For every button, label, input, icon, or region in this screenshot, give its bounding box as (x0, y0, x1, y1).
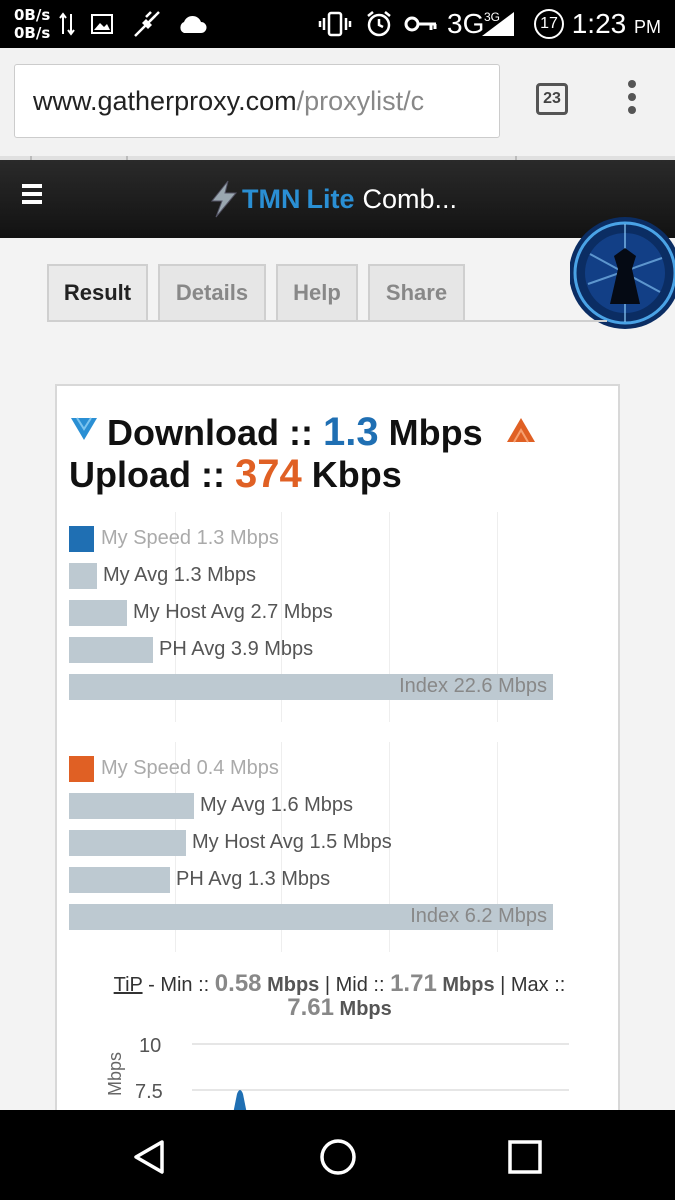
tip-min-unit: Mbps (267, 974, 320, 996)
tab-details[interactable]: Details (158, 264, 266, 322)
data-arrows-icon (58, 10, 76, 38)
upload-result: Upload :: 374 Kbps (69, 452, 402, 497)
upload-bar-label: My Avg 1.6 Mbps (200, 794, 354, 816)
tip-max-line: 7.61 Mbps (57, 994, 622, 1022)
download-bar (69, 600, 127, 626)
download-bar (69, 637, 153, 663)
upload-bar (69, 867, 170, 893)
download-bar-label: My Speed 1.3 Mbps (101, 527, 279, 549)
download-bar-label: My Host Avg 2.7 Mbps (133, 601, 333, 623)
vibrate-icon (318, 10, 352, 38)
key-icon (404, 10, 438, 38)
upload-bar-label: My Speed 0.4 Mbps (101, 757, 279, 779)
badge-count: 17 (540, 15, 558, 32)
tip-mid-unit: Mbps (442, 974, 495, 996)
tab-result[interactable]: Result (47, 264, 148, 322)
home-icon[interactable] (318, 1137, 358, 1177)
tip-mid-label: | Mid :: (324, 974, 385, 996)
speed-history-chart: Mbps 10 7.5 (97, 1024, 597, 1110)
download-unit: Mbps (388, 412, 483, 453)
tip-max-unit: Mbps (339, 998, 392, 1020)
download-result: Download :: 1.3 Mbps (107, 410, 483, 455)
back-icon[interactable] (130, 1138, 168, 1176)
upload-bar-label: My Host Avg 1.5 Mbps (192, 831, 392, 853)
net-up-rate: 0B/s (14, 6, 51, 24)
tip-min-value: 0.58 (214, 970, 262, 997)
tip-max-value: 7.61 (287, 994, 334, 1021)
download-bar-label: PH Avg 3.9 Mbps (159, 638, 314, 660)
address-bar[interactable]: www.gatherproxy.com/proxylist/c (14, 64, 500, 138)
network-type: 3G (447, 8, 485, 39)
tip-mid-value: 1.71 (390, 970, 437, 997)
plug-off-icon (132, 10, 162, 38)
clock-time: 1:23 (571, 8, 627, 39)
download-label: Download :: (107, 412, 313, 453)
y-tick-7-5: 7.5 (135, 1081, 163, 1103)
download-arrow-icon (71, 417, 97, 440)
upload-my-speed-bar (69, 756, 94, 782)
site-brand[interactable]: TMN Lite Comb... (206, 174, 457, 224)
image-icon (90, 10, 114, 38)
brand-lite: Lite (306, 183, 355, 214)
upload-bar-label: Index 6.2 Mbps (410, 905, 547, 927)
result-card: Download :: 1.3 Mbps Upload :: 374 Kbps … (55, 384, 620, 1110)
upload-bar (69, 830, 186, 856)
clock: 1:23 PM (572, 8, 661, 40)
upload-comparison-chart: My Speed 0.4 Mbps My Avg 1.6 Mbps My Host … (69, 742, 609, 952)
download-bar-label: Index 22.6 Mbps (399, 675, 547, 697)
alarm-icon (364, 10, 394, 38)
web-page: TMN Lite Comb... Result Details Help Sha… (0, 156, 675, 1110)
speed-peak-mark (233, 1090, 247, 1110)
navigation-bar (0, 1110, 675, 1200)
tab-share[interactable]: Share (368, 264, 465, 322)
upload-arrow-icon (507, 418, 535, 443)
status-bar: 0B/s 0B/s 3G 3G 17 1:23 PM (0, 0, 675, 48)
signal-icon (480, 10, 516, 38)
download-bar-label: My Avg 1.3 Mbps (103, 564, 257, 586)
y-tick-10: 10 (139, 1035, 161, 1057)
cloud-icon (176, 10, 208, 38)
network-speed-indicator: 0B/s 0B/s (14, 6, 50, 42)
net-down-rate: 0B/s (14, 24, 51, 42)
upload-label: Upload :: (69, 454, 225, 495)
upload-bar-label: PH Avg 1.3 Mbps (176, 868, 331, 890)
recents-icon[interactable] (506, 1138, 544, 1176)
tip-min-label: - Min :: (148, 974, 210, 996)
y-axis-label: Mbps (105, 1052, 125, 1096)
download-my-speed-bar (69, 526, 94, 552)
notification-badge: 17 (532, 9, 566, 39)
browser-toolbar: www.gatherproxy.com/proxylist/c 23 (0, 48, 675, 156)
download-comparison-chart: My Speed 1.3 Mbps My Avg 1.3 Mbps My Host … (69, 512, 609, 722)
upload-unit: Kbps (311, 454, 402, 495)
lightning-logo-icon (210, 180, 238, 218)
overflow-menu-icon[interactable] (624, 80, 640, 120)
emblem-logo (569, 214, 675, 332)
tab-switcher-button[interactable]: 23 (536, 83, 568, 115)
upload-bar (69, 793, 194, 819)
tip-max-label: | Max :: (500, 974, 566, 996)
tab-help[interactable]: Help (276, 264, 358, 322)
clock-ampm: PM (634, 17, 661, 37)
tip-link[interactable]: TiP (114, 974, 143, 996)
download-bar (69, 563, 97, 589)
upload-value: 374 (235, 452, 302, 496)
download-value: 1.3 (322, 410, 379, 454)
hamburger-menu-icon[interactable] (22, 184, 42, 208)
brand-rest: Comb... (362, 183, 458, 214)
brand-tmn: TMN (242, 183, 301, 214)
url-domain: www.gatherproxy.com (33, 86, 297, 116)
url-path: /proxylist/c (296, 86, 425, 116)
